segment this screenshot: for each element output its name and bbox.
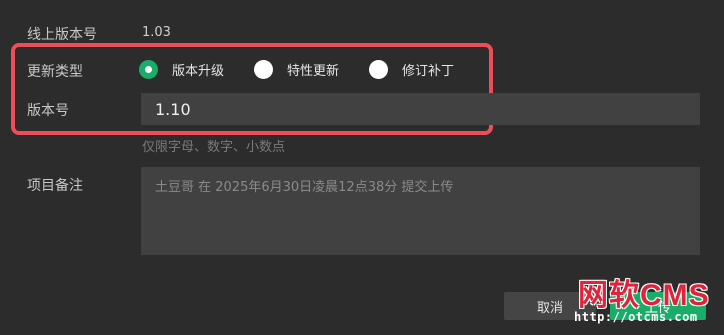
version-number-input[interactable]	[141, 93, 700, 125]
current-version-value: 1.03	[142, 25, 171, 40]
radio-option-feature-update[interactable]: 特性更新	[254, 59, 340, 79]
current-version-label: 线上版本号	[27, 27, 97, 43]
upload-dialog: 线上版本号 1.03 更新类型 版本升级 特性更新 修订补丁 版本号 仅限字母、…	[0, 0, 724, 335]
version-number-hint: 仅限字母、数字、小数点	[142, 140, 286, 155]
radio-unchecked-icon[interactable]	[369, 59, 389, 79]
radio-label-patch: 修订补丁	[402, 63, 455, 79]
cancel-button[interactable]: 取消	[504, 292, 596, 320]
radio-unchecked-icon[interactable]	[254, 59, 274, 79]
radio-option-patch[interactable]: 修订补丁	[369, 59, 455, 79]
radio-checked-icon[interactable]	[139, 59, 158, 79]
remark-textarea[interactable]	[141, 167, 700, 255]
upload-button[interactable]: 上传	[610, 292, 706, 320]
version-number-label: 版本号	[27, 103, 69, 119]
radio-label-feature-update: 特性更新	[287, 63, 340, 79]
update-type-radio-group: 版本升级 特性更新 修订补丁	[139, 58, 484, 80]
update-type-label: 更新类型	[27, 64, 83, 80]
remark-label: 项目备注	[27, 178, 83, 194]
radio-label-version-upgrade: 版本升级	[172, 63, 225, 79]
radio-option-version-upgrade[interactable]: 版本升级	[139, 59, 225, 79]
